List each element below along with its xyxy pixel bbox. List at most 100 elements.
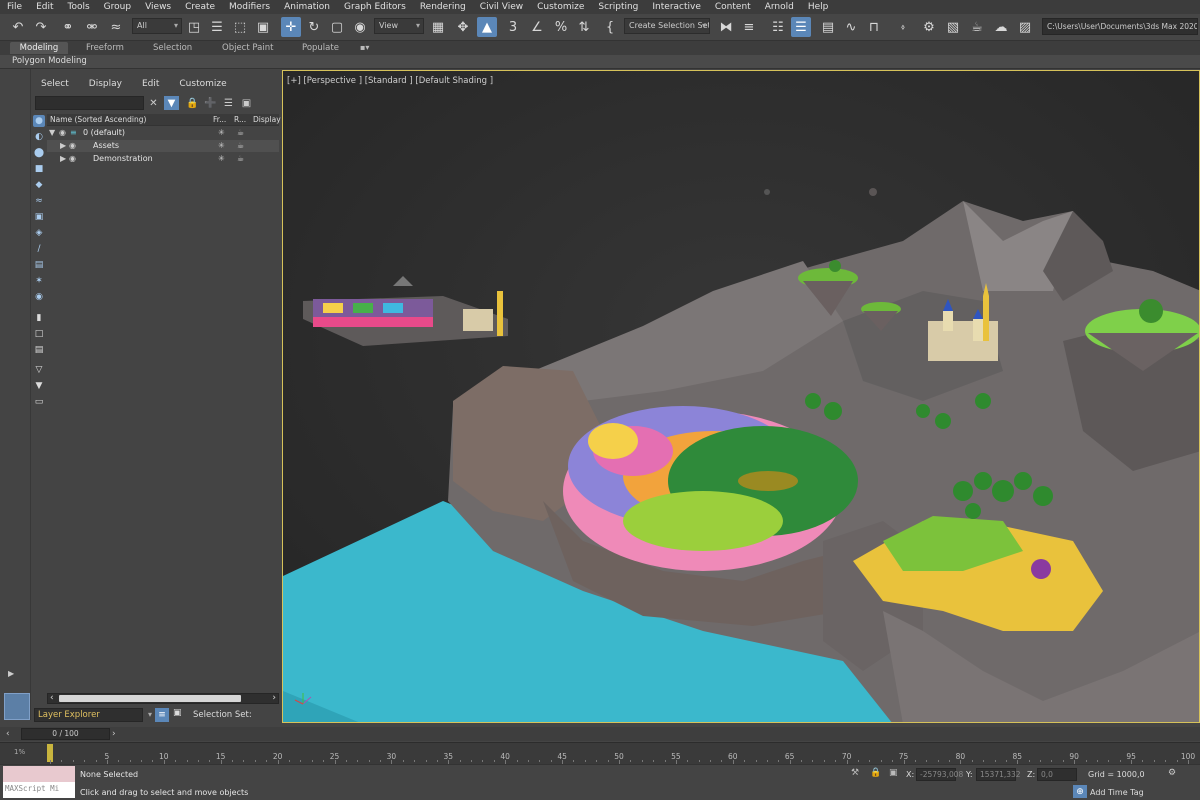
absolute-mode-icon[interactable]: ▣	[889, 768, 901, 780]
folder-icon[interactable]: ▭	[33, 396, 45, 408]
visibility-eye-icon[interactable]: ◉	[59, 128, 66, 137]
expand-arrow-icon[interactable]: ▶	[60, 141, 66, 150]
display-spacewarps-icon[interactable]: ≈	[33, 195, 45, 207]
select-object-icon[interactable]: ◳	[184, 17, 204, 37]
material-editor-icon[interactable]: ⬫	[893, 17, 913, 37]
menu-graph-editors[interactable]: Graph Editors	[337, 2, 413, 12]
named-selection-set-dropdown[interactable]: Create Selection Set	[624, 18, 710, 34]
expand-arrow-icon[interactable]: ▶	[60, 154, 66, 163]
y-coordinate-field[interactable]: 15371,332	[976, 768, 1021, 781]
tab-modeling[interactable]: Modeling	[10, 42, 68, 54]
menu-interactive[interactable]: Interactive	[645, 2, 707, 12]
tree-row-default-layer[interactable]: ▼ ◉ ≡ 0 (default) ✳ ☕	[47, 127, 279, 139]
angle-snap-icon[interactable]: ∠	[527, 17, 547, 37]
menu-views[interactable]: Views	[138, 2, 178, 12]
display-particles-icon[interactable]: ✶	[33, 275, 45, 287]
tab-freeform[interactable]: Freeform	[82, 42, 128, 54]
menu-create[interactable]: Create	[178, 2, 222, 12]
polygon-modeling-label[interactable]: Polygon Modeling	[12, 56, 87, 66]
render-teapot-icon[interactable]: ☕	[237, 128, 244, 137]
select-rotate-icon[interactable]: ↻	[304, 17, 324, 37]
add-time-tag-button[interactable]: Add Time Tag	[1090, 788, 1144, 797]
display-groups-icon[interactable]: ▣	[33, 211, 45, 223]
render-teapot-icon[interactable]: ☕	[237, 154, 244, 163]
edit-named-selection-icon[interactable]: {	[600, 17, 620, 37]
display-geometry-icon[interactable]: ●	[33, 115, 45, 127]
menu-edit[interactable]: Edit	[29, 2, 60, 12]
display-shapes-icon[interactable]: ◐	[33, 131, 45, 143]
ribbon-options-icon[interactable]: ▪▾	[356, 42, 373, 54]
explorer-horizontal-scrollbar[interactable]: ‹ ›	[47, 693, 279, 704]
layers-toggle-icon[interactable]: ≡	[155, 708, 169, 722]
percent-snap-icon[interactable]: %	[551, 17, 571, 37]
curve-editor-icon[interactable]: ∿	[841, 17, 861, 37]
explorer-search-input[interactable]	[35, 96, 144, 110]
align-icon[interactable]: ≡	[739, 17, 759, 37]
link-icon[interactable]: ⚭	[58, 17, 78, 37]
toggle-layer-explorer-icon[interactable]: ☰	[791, 17, 811, 37]
column-render[interactable]: R...	[234, 115, 246, 124]
manipulate-icon[interactable]: ✥	[453, 17, 473, 37]
scroll-right-arrow-icon[interactable]: ›	[272, 693, 276, 703]
layers-icon[interactable]: ☰	[221, 96, 236, 110]
column-name[interactable]: Name (Sorted Ascending)	[50, 115, 146, 124]
project-path-field[interactable]: C:\Users\User\Documents\3ds Max 2020	[1042, 18, 1198, 35]
menu-arnold[interactable]: Arnold	[758, 2, 801, 12]
menu-customize[interactable]: Customize	[530, 2, 591, 12]
menu-help[interactable]: Help	[801, 2, 836, 12]
filter-toggle-icon[interactable]: ▽	[33, 364, 45, 376]
column-frozen[interactable]: Fr...	[213, 115, 226, 124]
display-all-icon[interactable]: □	[33, 328, 45, 340]
bind-space-warp-icon[interactable]: ≈	[106, 17, 126, 37]
mirror-icon[interactable]: ⧓	[716, 17, 736, 37]
maxscript-listener[interactable]: MAXScript Mi	[3, 766, 75, 798]
viewport-label[interactable]: [+] [Perspective ] [Standard ] [Default …	[287, 76, 493, 86]
tab-populate[interactable]: Populate	[298, 42, 343, 54]
explorer-type-dropdown[interactable]: Layer Explorer	[34, 708, 152, 722]
scroll-left-arrow-icon[interactable]: ‹	[50, 693, 54, 703]
time-forward-arrow-icon[interactable]: ›	[112, 729, 116, 739]
spinner-snap-icon[interactable]: ⇅	[574, 17, 594, 37]
display-bones-icon[interactable]: ∕	[33, 243, 45, 255]
explorer-menu-customize[interactable]: Customize	[169, 79, 236, 93]
column-display[interactable]: Display	[253, 115, 281, 124]
selection-filter-dropdown[interactable]: All	[132, 18, 182, 34]
lock-icon[interactable]: 🔒	[185, 96, 200, 110]
display-none-icon[interactable]: ▤	[33, 344, 45, 356]
a360-gallery-icon[interactable]: ▨	[1015, 17, 1035, 37]
menu-animation[interactable]: Animation	[277, 2, 337, 12]
freeze-icon[interactable]: ✳	[218, 141, 225, 150]
visibility-eye-icon[interactable]: ◉	[69, 141, 76, 150]
explorer-menu-display[interactable]: Display	[79, 79, 132, 93]
display-frozen-icon[interactable]: ▮	[33, 312, 45, 324]
menu-file[interactable]: File	[0, 2, 29, 12]
tree-row-demonstration[interactable]: ▶ ◉ Demonstration ✳ ☕	[47, 153, 279, 165]
add-layer-icon[interactable]: ➕	[203, 96, 218, 110]
display-xrefs-icon[interactable]: ◈	[33, 227, 45, 239]
add-time-tag-icon[interactable]: ⊕	[1073, 785, 1087, 798]
expand-arrow-icon[interactable]: ▶	[8, 669, 20, 681]
toggle-ribbon-icon[interactable]: ▤	[818, 17, 838, 37]
filter-funnel-icon[interactable]: ▼	[33, 380, 45, 392]
scrollbar-thumb[interactable]	[59, 695, 241, 702]
visibility-eye-icon[interactable]: ◉	[69, 154, 76, 163]
tree-row-assets[interactable]: ▶ ◉ Assets ✳ ☕	[47, 140, 279, 152]
toggle-scene-explorer-icon[interactable]: ☷	[768, 17, 788, 37]
reference-coordinate-dropdown[interactable]: View	[374, 18, 424, 34]
render-production-icon[interactable]: ☕	[967, 17, 987, 37]
explorer-menu-select[interactable]: Select	[31, 79, 79, 93]
tab-selection[interactable]: Selection	[149, 42, 196, 54]
z-coordinate-field[interactable]: 0,0	[1037, 768, 1077, 781]
freeze-icon[interactable]: ✳	[218, 154, 225, 163]
viewport-layout-thumbnail[interactable]	[4, 693, 30, 720]
isolate-selection-icon[interactable]: ⚒	[851, 768, 863, 780]
time-config-icon[interactable]: ⚙	[1168, 768, 1180, 780]
collapse-arrow-icon[interactable]: ▼	[49, 128, 55, 137]
unlink-icon[interactable]: ⚮	[82, 17, 102, 37]
select-by-name-icon[interactable]: ☰	[207, 17, 227, 37]
place-icon[interactable]: ◉	[350, 17, 370, 37]
tab-object-paint[interactable]: Object Paint	[218, 42, 277, 54]
window-crossing-icon[interactable]: ▣	[253, 17, 273, 37]
menu-tools[interactable]: Tools	[61, 2, 97, 12]
schematic-view-icon[interactable]: ⊓	[864, 17, 884, 37]
